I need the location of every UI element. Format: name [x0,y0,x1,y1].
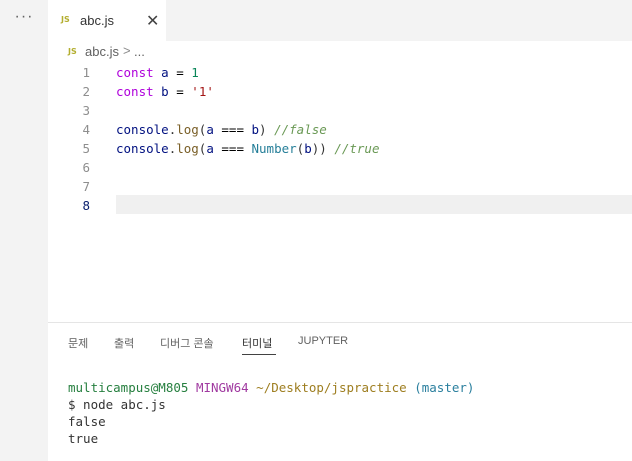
code-line-7: 7 [48,177,632,196]
line-number: 7 [82,179,90,194]
tab-jupyter[interactable]: JUPYTER [298,335,348,347]
close-icon[interactable]: ✕ [146,11,159,31]
tab-label: abc.js [80,13,114,28]
code-line-5: 5 console.log(a === Number(b)) //true [48,139,632,158]
terminal-output-line: false [68,414,106,429]
line-number-active: 8 [82,198,90,213]
javascript-file-icon: JS [61,15,70,24]
breadcrumb-file[interactable]: abc.js [85,44,119,59]
sidebar-header: ··· [0,0,48,41]
breadcrumb: JS abc.js > ... [48,41,632,63]
code-text: const a = 1 [116,65,199,80]
line-number: 5 [82,141,90,156]
bottom-panel: 문제 출력 디버그 콘솔 터미널 JUPYTER multicampus@M80… [48,323,632,461]
code-line-2: 2 const b = '1' [48,82,632,101]
line-number: 3 [82,103,90,118]
code-text: const b = '1' [116,84,214,99]
terminal-command: $ node abc.js [68,397,166,412]
tab-problems[interactable]: 문제 [68,335,88,351]
breadcrumb-more[interactable]: ... [134,44,145,59]
chevron-right-icon: > [123,43,131,58]
code-editor[interactable]: 1 const a = 1 2 const b = '1' 3 4 consol… [48,63,632,322]
tab-debug-console[interactable]: 디버그 콘솔 [160,335,214,351]
line-number: 1 [82,65,90,80]
line-number: 4 [82,122,90,137]
code-line-6: 6 [48,158,632,177]
code-line-3: 3 [48,101,632,120]
line-number: 2 [82,84,90,99]
tab-output[interactable]: 출력 [114,335,134,351]
code-line-8: 8 [48,196,632,215]
editor-tab-strip: JS abc.js ✕ [48,0,632,41]
code-text: console.log(a === b) //false [116,122,327,137]
code-text: console.log(a === Number(b)) //true [116,141,380,156]
tab-abc-js[interactable]: JS abc.js ✕ [48,0,166,41]
line-number: 6 [82,160,90,175]
activity-sidebar [0,0,48,461]
tab-terminal[interactable]: 터미널 [242,335,272,351]
active-tab-indicator [242,354,276,355]
terminal-prompt-line: multicampus@M805 MINGW64 ~/Desktop/jspra… [68,380,475,395]
more-actions-icon[interactable]: ··· [0,8,48,26]
code-line-1: 1 const a = 1 [48,63,632,82]
terminal-output-line: true [68,431,99,446]
code-line-4: 4 console.log(a === b) //false [48,120,632,139]
javascript-file-icon: JS [68,47,77,56]
